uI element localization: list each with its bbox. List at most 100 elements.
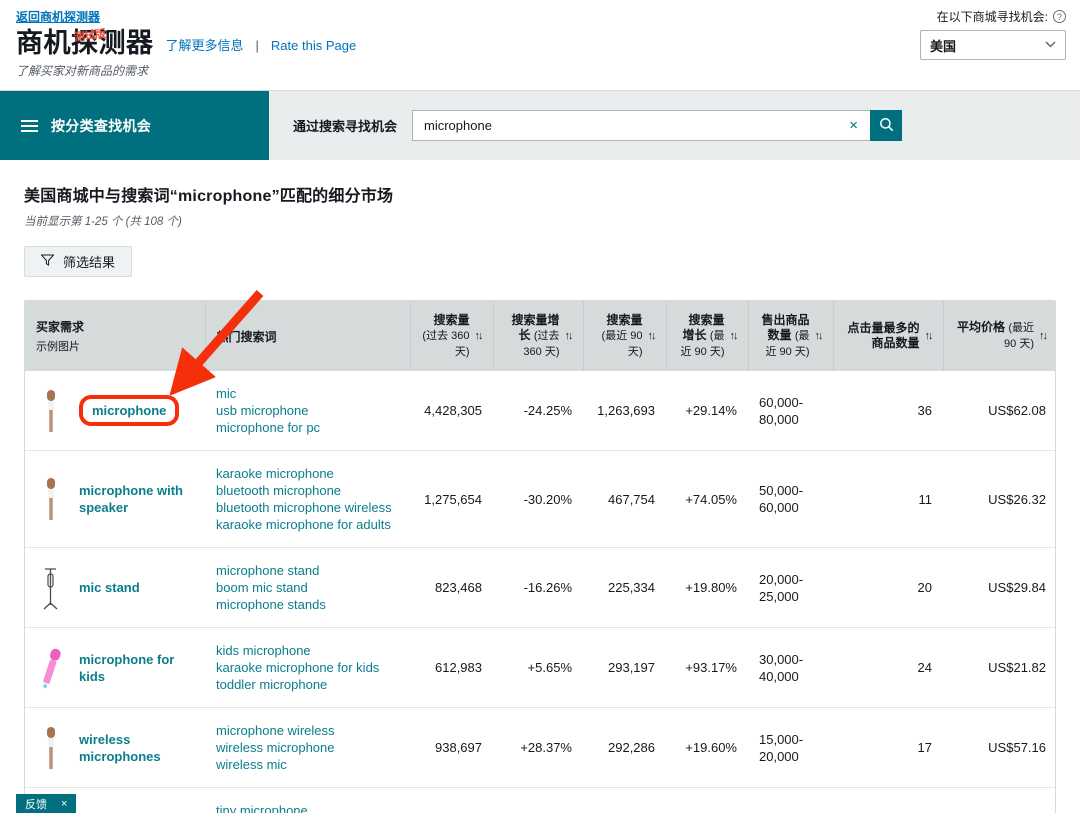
search-control: × [412,110,902,141]
cell-search-volume-90: 467,754 [583,451,666,548]
column-title-top-clicked-products: 点击量最多的商品数量 [845,321,920,351]
highlight-annotation: microphone [79,395,179,426]
search-term-link[interactable]: tiny microphone [216,802,399,813]
kids-microphone-thumb [36,644,66,692]
browse-by-category-button[interactable]: 按分类查找机会 [0,91,269,160]
table-row: microphone for kids kids microphonekarao… [25,628,1056,708]
cell-average-price: US$10.27 [943,788,1056,813]
question-circle-icon[interactable]: ? [1053,10,1066,23]
buyer-demand-link[interactable]: microphone for kids [79,651,194,685]
cell-units-sold-90: 8,000-10,000 [748,788,833,813]
sort-arrows-icon[interactable]: ↑↓ [565,330,572,342]
buyer-demand-link[interactable]: microphone with speaker [79,482,194,516]
search-term-link[interactable]: karaoke microphone for adults [216,516,399,533]
search-term-link[interactable]: microphone wireless [216,722,399,739]
search-submit-button[interactable] [870,110,902,141]
search-box[interactable]: × [412,110,870,141]
search-term-link[interactable]: kids microphone [216,642,399,659]
results-count: 当前显示第 1-25 个 (共 108 个) [24,213,1056,229]
browse-by-category-label: 按分类查找机会 [51,116,151,136]
cell-buyer-demand: mic stand [25,548,205,628]
column-header-search-growth-90[interactable]: 搜索量增长 (最近 90 天) ↑↓ [666,301,748,371]
search-icon [879,117,894,135]
search-term-link[interactable]: microphone for pc [216,419,399,436]
sort-arrows-icon[interactable]: ↑↓ [648,330,655,342]
column-title-top-search-terms: 热门搜索词 [217,328,399,345]
title-text: 点击量最多的商品数量 [847,321,919,350]
table-header: 买家需求 示例图片 热门搜索词 搜索量 (过去 360 天) ↑↓ [25,301,1056,371]
sort-arrows-icon[interactable]: ↑↓ [1039,330,1046,342]
cell-top-search-terms: tiny microphonemini microphone iphonemin… [205,788,410,813]
column-title-average-price: 平均价格 (最近 90 天) [955,320,1035,352]
search-input[interactable] [424,118,845,133]
cell-average-price: US$29.84 [943,548,1056,628]
cell-search-volume-90: 1,263,693 [583,371,666,451]
search-section-label: 通过搜索寻找机会 [293,116,397,135]
table-row: mini microphone tiny microphonemini micr… [25,788,1056,813]
results-title: 美国商城中与搜索词“microphone”匹配的细分市场 [24,182,1056,206]
buyer-demand-link[interactable]: microphone [92,403,166,418]
cell-search-growth-360: +5.65% [493,628,583,708]
cell-search-growth-360: -16.26% [493,548,583,628]
cell-search-growth-90: +19.80% [666,548,748,628]
column-header-units-sold-90[interactable]: 售出商品数量 (最近 90 天) ↑↓ [748,301,833,371]
column-header-top-clicked-products[interactable]: 点击量最多的商品数量 ↑↓ [833,301,943,371]
cell-search-volume-90: 225,334 [583,548,666,628]
search-term-link[interactable]: microphone stands [216,596,399,613]
column-title-search-growth-90: 搜索量增长 (最近 90 天) [678,313,725,360]
close-icon[interactable]: × [845,118,862,133]
cell-top-clicked-products: 17 [833,708,943,788]
table-row: microphone with speaker karaoke micropho… [25,451,1056,548]
cell-top-clicked-products: 20 [833,548,943,628]
navigation-bar: 按分类查找机会 通过搜索寻找机会 × [0,91,1080,160]
search-term-link[interactable]: karaoke microphone for kids [216,659,399,676]
marketplace-select[interactable]: 美国 [920,30,1066,60]
search-term-link[interactable]: toddler microphone [216,676,399,693]
title-text: 搜索量 [433,313,469,327]
cell-search-volume-360: 938,697 [410,708,493,788]
mic-stand-thumb [36,564,66,612]
search-term-link[interactable]: usb microphone [216,402,399,419]
sort-arrows-icon[interactable]: ↑↓ [815,330,822,342]
cell-search-volume-360: 1,275,654 [410,451,493,548]
search-term-link[interactable]: bluetooth microphone [216,482,399,499]
sort-arrows-icon[interactable]: ↑↓ [925,330,932,342]
cell-search-volume-360: 4,428,305 [410,371,493,451]
feedback-label: 反馈 [25,796,47,812]
cell-top-search-terms: kids microphonekaraoke microphone for ki… [205,628,410,708]
cell-top-clicked-products: 36 [833,371,943,451]
cell-buyer-demand: microphone for kids [25,628,205,708]
rate-this-page-link[interactable]: Rate this Page [271,33,356,59]
results-section: 美国商城中与搜索词“microphone”匹配的细分市场 当前显示第 1-25 … [0,160,1080,813]
search-term-link[interactable]: bluetooth microphone wireless [216,499,399,516]
column-header-search-volume-360[interactable]: 搜索量 (过去 360 天) ↑↓ [410,301,493,371]
search-term-link[interactable]: wireless microphone [216,739,399,756]
title-text: 搜索量 [606,313,642,327]
title-text: 平均价格 [957,320,1005,334]
cell-top-search-terms: microphone standboom mic standmicrophone… [205,548,410,628]
search-area: 通过搜索寻找机会 × [269,91,1080,160]
filter-results-label: 筛选结果 [63,252,115,271]
column-header-search-volume-90[interactable]: 搜索量 (最近 90 天) ↑↓ [583,301,666,371]
column-header-average-price[interactable]: 平均价格 (最近 90 天) ↑↓ [943,301,1056,371]
search-term-link[interactable]: microphone stand [216,562,399,579]
feedback-tab[interactable]: 反馈 × [16,794,76,813]
search-term-link[interactable]: mic [216,385,399,402]
column-title-search-volume-90: 搜索量 (最近 90 天) [595,313,643,360]
subtitle-text: (过去 360 天) [422,330,469,358]
sort-arrows-icon[interactable]: ↑↓ [475,330,482,342]
search-term-link[interactable]: karaoke microphone [216,465,399,482]
close-icon[interactable]: × [61,798,67,810]
cell-search-volume-90: 96,877 [583,788,666,813]
cell-search-volume-360: 375,561 [410,788,493,813]
search-term-link[interactable]: boom mic stand [216,579,399,596]
cell-units-sold-90: 60,000-80,000 [748,371,833,451]
cell-search-growth-90: +29.14% [666,371,748,451]
filter-results-button[interactable]: 筛选结果 [24,246,132,277]
search-term-link[interactable]: wireless mic [216,756,399,773]
buyer-demand-link[interactable]: wireless microphones [79,731,194,765]
buyer-demand-link[interactable]: mic stand [79,579,140,596]
learn-more-link[interactable]: 了解更多信息 [166,33,244,59]
column-header-search-growth-360[interactable]: 搜索量增长 (过去 360 天) ↑↓ [493,301,583,371]
sort-arrows-icon[interactable]: ↑↓ [730,330,737,342]
